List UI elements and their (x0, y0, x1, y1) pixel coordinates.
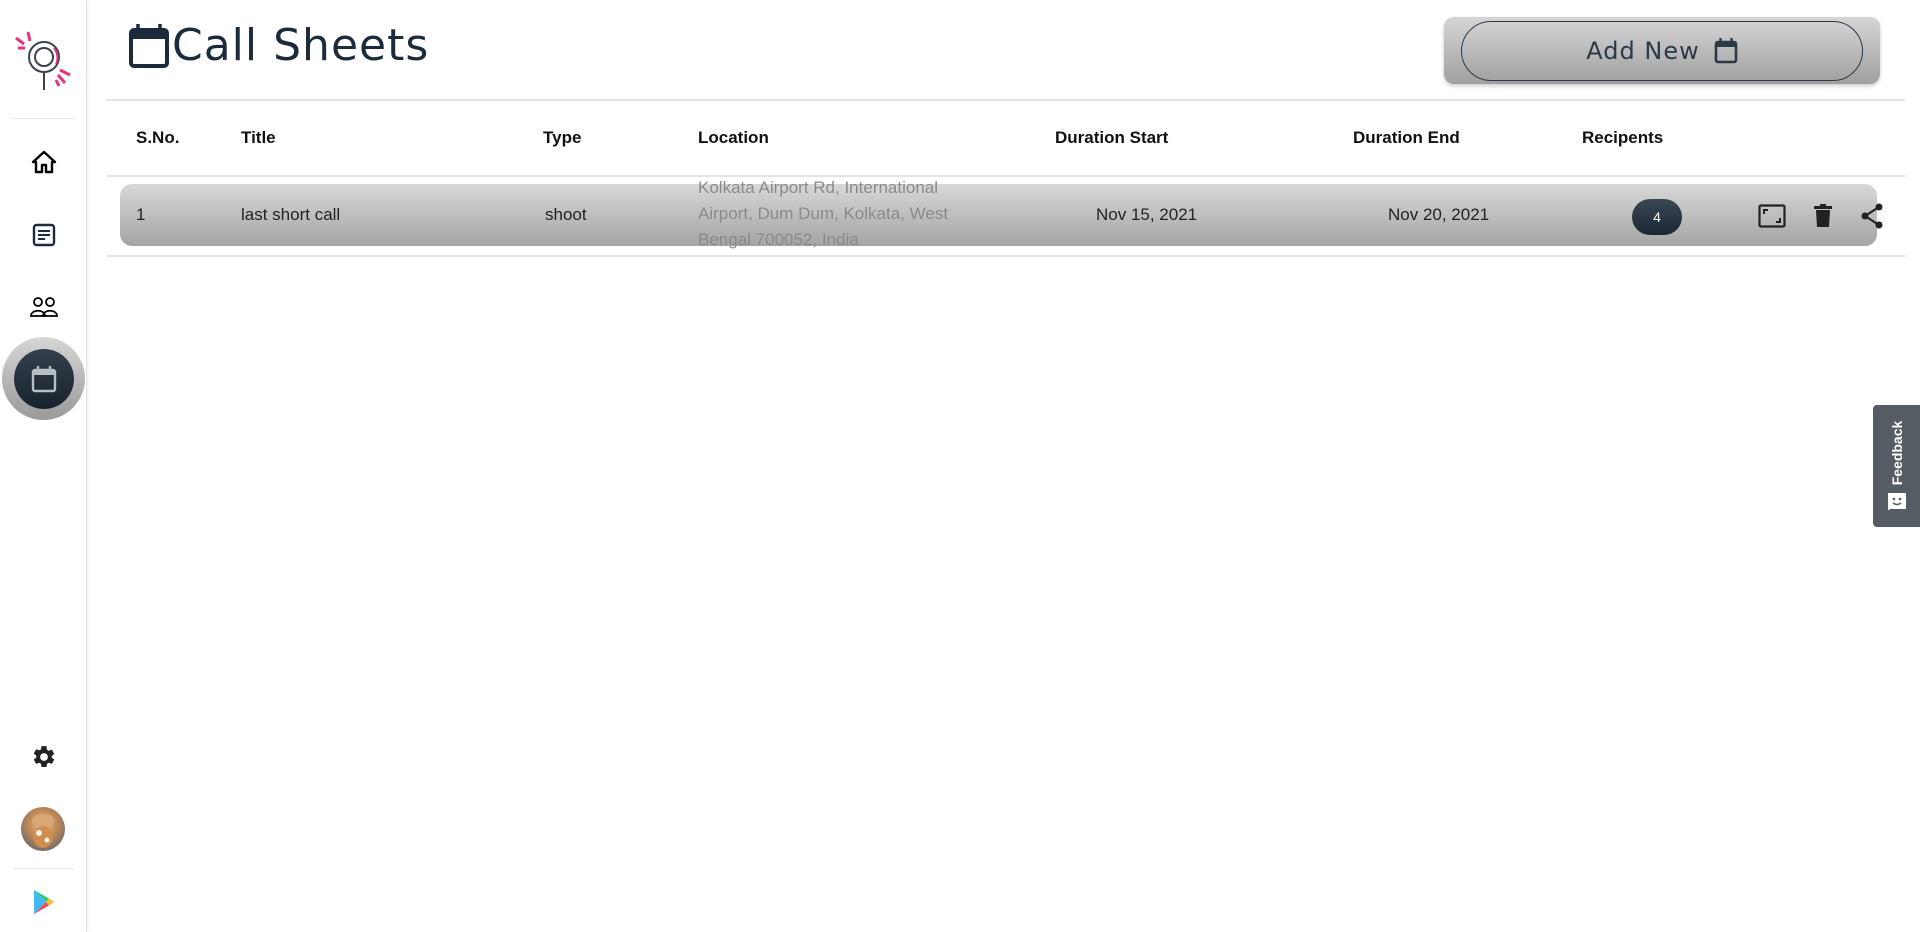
expand-button[interactable] (1757, 201, 1787, 231)
table-row[interactable]: 1 last short call shoot Nov 15, 2021 Nov… (120, 184, 1883, 246)
calendar-icon (1714, 38, 1738, 64)
cell-duration-end: Nov 20, 2021 (1388, 205, 1490, 224)
header-divider (106, 99, 1905, 101)
calendar-icon (31, 365, 56, 392)
table-header-divider (106, 175, 1905, 177)
cell-title: last short call (241, 205, 341, 224)
column-header-sno[interactable]: S.No. (136, 128, 179, 148)
document-icon (32, 223, 55, 247)
page-title-text: Call Sheets (172, 20, 430, 71)
recipients-badge[interactable]: 4 (1632, 199, 1682, 235)
smiley-chat-icon (1888, 493, 1906, 510)
sidebar (0, 0, 87, 932)
sidebar-item-settings[interactable] (0, 737, 87, 777)
gear-icon (33, 746, 54, 767)
add-new-container: Add New (1444, 17, 1880, 84)
sidebar-item-home[interactable] (0, 142, 87, 182)
calendar-icon (129, 24, 169, 68)
sidebar-item-documents[interactable] (0, 215, 87, 255)
feedback-tab[interactable]: Feedback (1873, 405, 1920, 527)
page-title: Call Sheets (128, 14, 429, 78)
column-header-title[interactable]: Title (241, 128, 276, 148)
column-header-duration-start[interactable]: Duration Start (1055, 128, 1168, 148)
avatar[interactable] (21, 807, 65, 851)
table-row-divider (106, 255, 1905, 257)
sidebar-divider (13, 118, 74, 119)
sidebar-item-people[interactable] (0, 287, 87, 327)
column-header-duration-end[interactable]: Duration End (1353, 128, 1460, 148)
sidebar-item-play-store[interactable] (0, 882, 87, 922)
cell-type: shoot (545, 205, 587, 224)
trash-icon (1814, 204, 1832, 227)
sidebar-divider (13, 868, 74, 869)
main-content: Call Sheets Add New S.No. Title Type Loc… (88, 0, 1920, 932)
column-header-recipients[interactable]: Recipents (1582, 128, 1663, 148)
lollipop-logo[interactable] (12, 28, 74, 94)
delete-button[interactable] (1808, 201, 1838, 231)
cell-location: Kolkata Airport Rd, International Airpor… (698, 178, 949, 249)
play-store-icon (33, 890, 54, 914)
add-new-label: Add New (1586, 36, 1700, 65)
cell-duration-start: Nov 15, 2021 (1096, 205, 1198, 224)
expand-icon (1758, 204, 1786, 228)
home-icon (31, 150, 56, 174)
people-icon (29, 297, 58, 317)
sidebar-item-call-sheets[interactable] (2, 337, 85, 420)
cell-sno: 1 (136, 205, 146, 224)
column-header-location[interactable]: Location (698, 128, 769, 148)
feedback-label: Feedback (1888, 420, 1905, 486)
share-button[interactable] (1857, 201, 1887, 231)
share-icon (1861, 203, 1883, 229)
column-header-type[interactable]: Type (543, 128, 581, 148)
add-new-button[interactable]: Add New (1461, 20, 1863, 81)
